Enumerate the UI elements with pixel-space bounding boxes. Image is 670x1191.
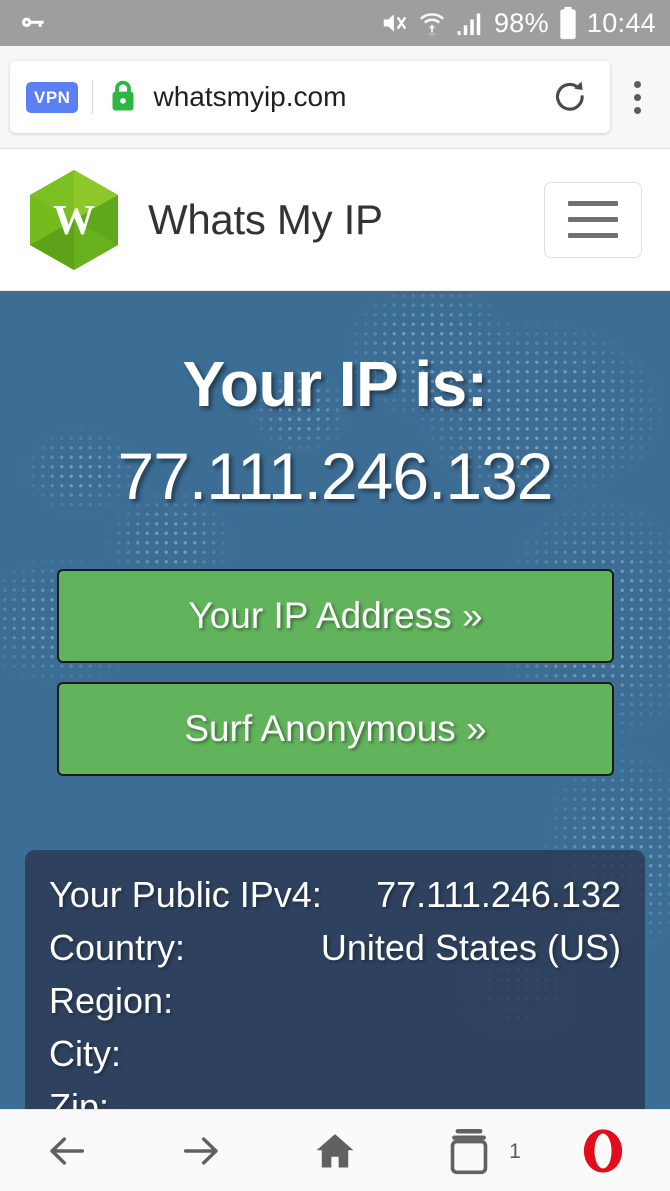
- ip-details-panel: Your Public IPv4: 77.111.246.132 Country…: [25, 850, 645, 1109]
- lock-icon[interactable]: [107, 79, 139, 115]
- kebab-dot: [633, 93, 641, 101]
- home-icon: [316, 1133, 354, 1167]
- address-bar[interactable]: VPN whatsmyip.com: [10, 61, 610, 133]
- gem-logo-icon[interactable]: W: [26, 168, 122, 272]
- opera-menu-button[interactable]: [536, 1126, 670, 1176]
- reload-icon: [555, 81, 584, 111]
- hamburger-bar: [568, 233, 618, 238]
- vpn-badge[interactable]: VPN: [26, 81, 79, 113]
- row-label: Zip:: [49, 1086, 110, 1109]
- hero-heading: Your IP is:: [182, 348, 488, 420]
- status-bar-right: 98% 10:44: [379, 6, 656, 40]
- back-icon: [50, 1136, 85, 1165]
- table-row: Country: United States (US): [49, 927, 621, 980]
- table-row: Region:: [49, 980, 621, 1033]
- kebab-dot: [633, 106, 641, 114]
- hamburger-bar: [568, 217, 618, 222]
- svg-text:W: W: [53, 198, 95, 244]
- row-label: Region:: [49, 980, 174, 1021]
- surf-anonymous-button-label: Surf Anonymous »: [184, 708, 487, 749]
- row-label: City:: [49, 1033, 121, 1074]
- wifi-icon: [419, 13, 445, 37]
- battery-percent: 98%: [493, 7, 549, 38]
- table-row: Zip:: [49, 1086, 621, 1109]
- forward-icon: [183, 1136, 218, 1165]
- hamburger-icon[interactable]: [544, 181, 642, 258]
- kebab-dot: [633, 80, 641, 88]
- battery-icon: [560, 6, 576, 40]
- key-icon: [21, 17, 44, 27]
- table-row: City:: [49, 1033, 621, 1086]
- row-label: Your Public IPv4:: [49, 874, 322, 915]
- phone-screen: 98% 10:44 VPN whatsmyip.com W Whats My I…: [0, 0, 670, 1191]
- home-button[interactable]: [268, 1128, 402, 1174]
- toolbar-divider: [92, 80, 94, 114]
- hero-section: Your IP is: 77.111.246.132 Your IP Addre…: [0, 291, 670, 1109]
- browser-toolbar: VPN whatsmyip.com: [0, 46, 670, 149]
- row-label: Country:: [49, 927, 186, 968]
- browser-menu-button[interactable]: [614, 80, 660, 114]
- tabs-button[interactable]: 1: [402, 1127, 536, 1175]
- status-bar-left: [16, 6, 379, 40]
- tab-count: 1: [509, 1139, 521, 1163]
- reload-button[interactable]: [544, 73, 596, 121]
- tabs-icon: 1: [446, 1127, 521, 1175]
- status-bar: 98% 10:44: [0, 0, 670, 46]
- row-value: 77.111.246.132: [376, 874, 621, 915]
- opera-logo-icon: [583, 1128, 623, 1173]
- cellular-signal-icon: [457, 13, 481, 36]
- browser-bottom-nav: 1: [0, 1109, 670, 1191]
- site-header: W Whats My IP: [0, 149, 670, 291]
- volume-muted-icon: [383, 14, 407, 32]
- row-value: United States (US): [320, 927, 621, 968]
- page-title: Whats My IP: [148, 195, 383, 243]
- hero-ip-address: 77.111.246.132: [117, 439, 554, 513]
- your-ip-address-button[interactable]: Your IP Address »: [57, 569, 614, 663]
- url-text[interactable]: whatsmyip.com: [153, 81, 544, 113]
- back-button[interactable]: [0, 1128, 134, 1174]
- forward-button[interactable]: [134, 1128, 268, 1174]
- your-ip-address-button-label: Your IP Address »: [188, 595, 483, 636]
- surf-anonymous-button[interactable]: Surf Anonymous »: [57, 682, 614, 776]
- hamburger-bar: [568, 201, 618, 206]
- clock: 10:44: [586, 7, 656, 38]
- table-row: Your Public IPv4: 77.111.246.132: [49, 874, 621, 927]
